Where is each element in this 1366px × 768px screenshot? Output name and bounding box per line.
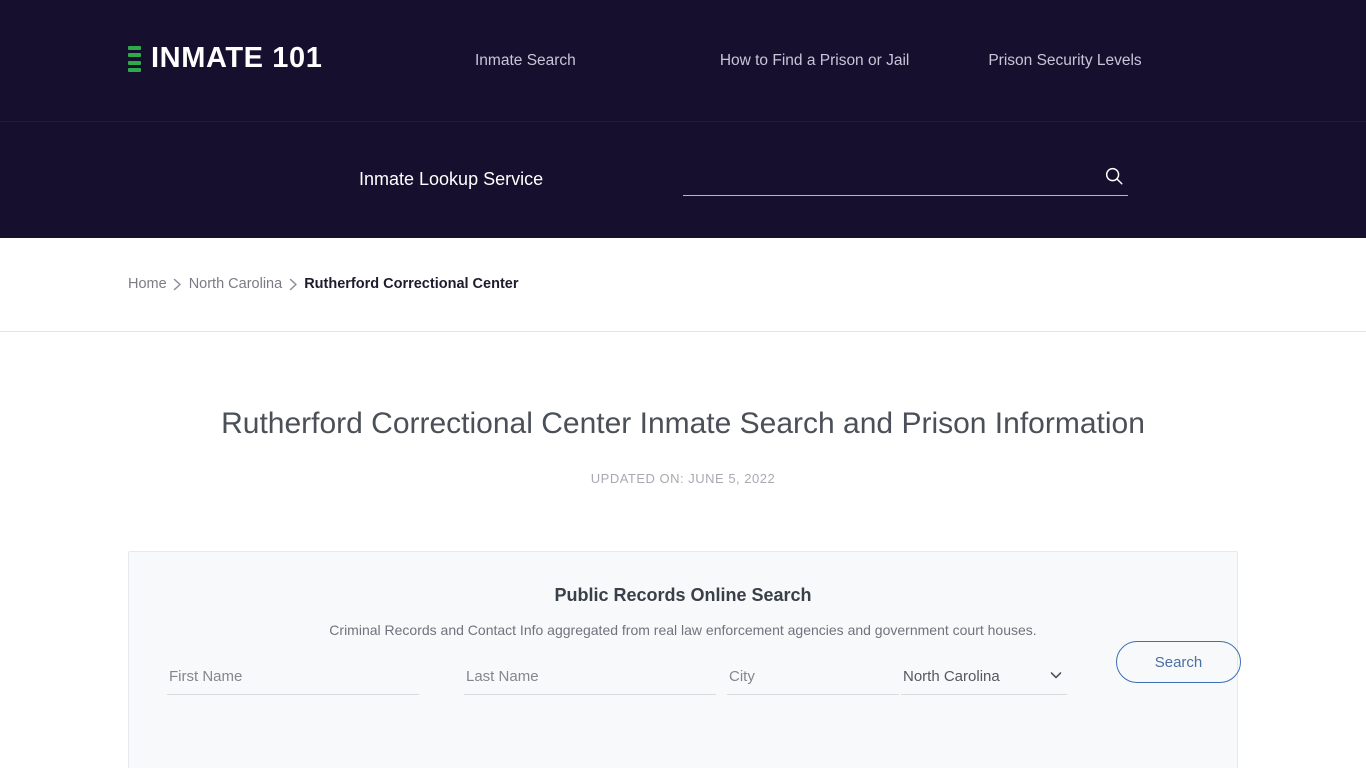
city-field bbox=[727, 659, 899, 695]
lookup-search-button[interactable] bbox=[1100, 162, 1128, 190]
page-title: Rutherford Correctional Center Inmate Se… bbox=[221, 407, 1145, 440]
public-records-panel: Public Records Online Search Criminal Re… bbox=[128, 551, 1241, 768]
logo-text: INMATE 101 bbox=[151, 42, 323, 74]
city-input[interactable] bbox=[727, 659, 899, 693]
logo-bars-icon bbox=[128, 45, 141, 72]
public-records-search-form: North Carolina Search bbox=[167, 641, 1241, 719]
breadcrumb-item-north-carolina[interactable]: North Carolina bbox=[189, 274, 283, 294]
primary-nav: Inmate Search How to Find a Prison or Ja… bbox=[475, 49, 1142, 73]
inmate-lookup-bar: Inmate Lookup Service bbox=[0, 122, 1366, 237]
first-name-input[interactable] bbox=[167, 659, 419, 693]
last-name-field bbox=[464, 659, 716, 695]
site-logo[interactable]: INMATE 101 bbox=[128, 44, 322, 73]
last-name-input[interactable] bbox=[464, 659, 716, 693]
inmate-lookup-field bbox=[683, 160, 1128, 196]
public-records-search-button[interactable]: Search bbox=[1116, 641, 1241, 683]
inmate-lookup-input[interactable] bbox=[683, 160, 1083, 194]
panel-subtitle: Criminal Records and Contact Info aggreg… bbox=[329, 622, 1037, 638]
breadcrumb-item-current: Rutherford Correctional Center bbox=[304, 276, 519, 292]
nav-item-inmate-search[interactable]: Inmate Search bbox=[475, 49, 576, 73]
nav-item-prison-security-levels[interactable]: Prison Security Levels bbox=[988, 49, 1141, 73]
nav-item-how-to-find-a-prison-or-jail[interactable]: How to Find a Prison or Jail bbox=[720, 49, 910, 73]
inmate-lookup-label: Inmate Lookup Service bbox=[359, 169, 544, 189]
chevron-right-icon-2 bbox=[282, 274, 304, 294]
state-field: North Carolina bbox=[901, 659, 1067, 695]
first-name-field bbox=[167, 659, 419, 695]
top-nav-bar: INMATE 101 Inmate Search How to Find a P… bbox=[0, 0, 1366, 122]
breadcrumb-bar: Home North Carolina Rutherford Correctio… bbox=[0, 238, 1366, 332]
breadcrumb: Home North Carolina Rutherford Correctio… bbox=[128, 274, 519, 294]
chevron-right-icon bbox=[167, 274, 189, 294]
site-header: INMATE 101 Inmate Search How to Find a P… bbox=[0, 0, 1366, 238]
state-select[interactable]: North Carolina bbox=[901, 659, 1067, 693]
breadcrumb-item-home[interactable]: Home bbox=[128, 274, 167, 294]
search-icon bbox=[1105, 167, 1123, 185]
panel-title: Public Records Online Search bbox=[554, 585, 812, 605]
updated-on-text: UPDATED ON: JUNE 5, 2022 bbox=[590, 471, 776, 486]
